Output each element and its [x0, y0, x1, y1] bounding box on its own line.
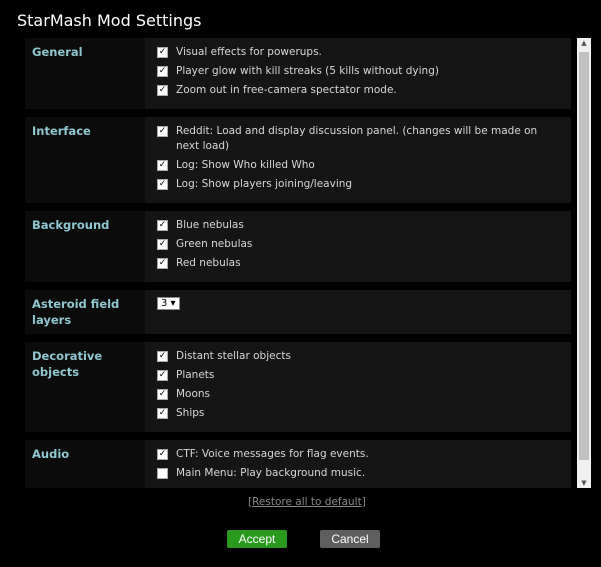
option-row[interactable]: Main Menu: Play background music.: [157, 466, 563, 481]
option-label: Visual effects for powerups.: [176, 46, 322, 58]
checkbox[interactable]: ✓: [157, 220, 168, 231]
section-audio: Audio ✓ CTF: Voice messages for flag event…: [25, 440, 571, 488]
option-label: Planets: [176, 369, 215, 381]
option-row[interactable]: ✓ Ships: [157, 406, 563, 421]
checkbox[interactable]: ✓: [157, 408, 168, 419]
scroll-up-arrow-icon[interactable]: ▲: [577, 39, 591, 47]
chevron-down-icon: ▾: [167, 298, 176, 309]
option-row[interactable]: ✓ Zoom out in free-camera spectator mode.: [157, 83, 563, 98]
section-label: Interface: [25, 117, 145, 203]
section-label: Decorative objects: [25, 342, 145, 432]
checkbox[interactable]: ✓: [157, 389, 168, 400]
option-row[interactable]: ✓ Green nebulas: [157, 237, 563, 252]
section-label: Asteroid field layers: [25, 290, 145, 334]
section-options: ✓ Blue nebulas ✓ Green nebulas ✓ Red nebulas: [145, 211, 571, 282]
section-interface: Interface ✓ Reddit: Load and display discu…: [25, 117, 571, 203]
section-asteroid-field-layers: Asteroid field layers 3 ▾: [25, 290, 571, 334]
cancel-button[interactable]: Cancel: [320, 530, 380, 548]
checkbox[interactable]: ✓: [157, 47, 168, 58]
option-row[interactable]: ✓ Distant stellar objects: [157, 349, 563, 364]
option-label: Green nebulas: [176, 238, 253, 250]
checkbox[interactable]: ✓: [157, 85, 168, 96]
dialog-title: StarMash Mod Settings: [17, 11, 202, 30]
option-label: Log: Show Who killed Who: [176, 159, 315, 171]
asteroid-layers-select[interactable]: 3 ▾: [157, 297, 180, 310]
scroll-down-arrow-icon[interactable]: ▼: [577, 479, 591, 487]
option-row[interactable]: ✓ Moons: [157, 387, 563, 402]
option-label: Ships: [176, 407, 205, 419]
checkbox[interactable]: ✓: [157, 370, 168, 381]
option-label: Log: Show players joining/leaving: [176, 178, 353, 190]
option-label: Player glow with kill streaks (5 kills w…: [176, 65, 439, 77]
checkbox[interactable]: ✓: [157, 449, 168, 460]
section-decorative-objects: Decorative objects ✓ Distant stellar objec…: [25, 342, 571, 432]
option-row[interactable]: ✓ Reddit: Load and display discussion pan…: [157, 124, 563, 154]
option-label: Blue nebulas: [176, 219, 244, 231]
option-row[interactable]: ✓ Log: Show players joining/leaving: [157, 177, 563, 192]
settings-list[interactable]: General ✓ Visual effects for powerups. ✓ Pla…: [25, 38, 571, 488]
section-label: Audio: [25, 440, 145, 488]
option-row[interactable]: ✓ Red nebulas: [157, 256, 563, 271]
option-row[interactable]: ✓ Visual effects for powerups.: [157, 45, 563, 60]
option-row[interactable]: ✓ Player glow with kill streaks (5 kills …: [157, 64, 563, 79]
checkbox[interactable]: [157, 468, 168, 479]
section-options: 3 ▾: [145, 290, 571, 334]
section-general: General ✓ Visual effects for powerups. ✓ Pla…: [25, 38, 571, 109]
option-label: Distant stellar objects: [176, 350, 291, 362]
checkbox[interactable]: ✓: [157, 351, 168, 362]
option-row[interactable]: ✓ Planets: [157, 368, 563, 383]
checkbox[interactable]: ✓: [157, 160, 168, 171]
option-label: Reddit: Load and display discussion pane…: [176, 125, 538, 152]
option-label: Zoom out in free-camera spectator mode.: [176, 84, 397, 96]
section-options: ✓ Reddit: Load and display discussion pan…: [145, 117, 571, 203]
option-label: CTF: Voice messages for flag events.: [176, 448, 369, 460]
bracket: ]: [361, 496, 366, 508]
section-options: ✓ Distant stellar objects ✓ Planets ✓ Moons ✓ S…: [145, 342, 571, 432]
restore-label[interactable]: Restore all to default: [252, 496, 362, 508]
option-row[interactable]: ✓ Blue nebulas: [157, 218, 563, 233]
checkbox[interactable]: ✓: [157, 126, 168, 137]
restore-defaults-link[interactable]: [Restore all to default]: [248, 496, 366, 508]
checkbox[interactable]: ✓: [157, 258, 168, 269]
section-background: Background ✓ Blue nebulas ✓ Green nebulas ✓ Re…: [25, 211, 571, 282]
option-label: Red nebulas: [176, 257, 241, 269]
section-options: ✓ CTF: Voice messages for flag events. Mai…: [145, 440, 571, 488]
option-label: Main Menu: Play background music.: [176, 467, 366, 479]
section-label: Background: [25, 211, 145, 282]
checkbox[interactable]: ✓: [157, 239, 168, 250]
option-row[interactable]: ✓ Log: Show Who killed Who: [157, 158, 563, 173]
checkbox[interactable]: ✓: [157, 66, 168, 77]
accept-button[interactable]: Accept: [227, 530, 287, 548]
section-label: General: [25, 38, 145, 109]
scrollbar-thumb[interactable]: [579, 52, 589, 460]
option-label: Moons: [176, 388, 211, 400]
option-row[interactable]: ✓ CTF: Voice messages for flag events.: [157, 447, 563, 462]
scrollbar[interactable]: ▲ ▼: [577, 38, 591, 488]
checkbox[interactable]: ✓: [157, 179, 168, 190]
section-options: ✓ Visual effects for powerups. ✓ Player glo…: [145, 38, 571, 109]
